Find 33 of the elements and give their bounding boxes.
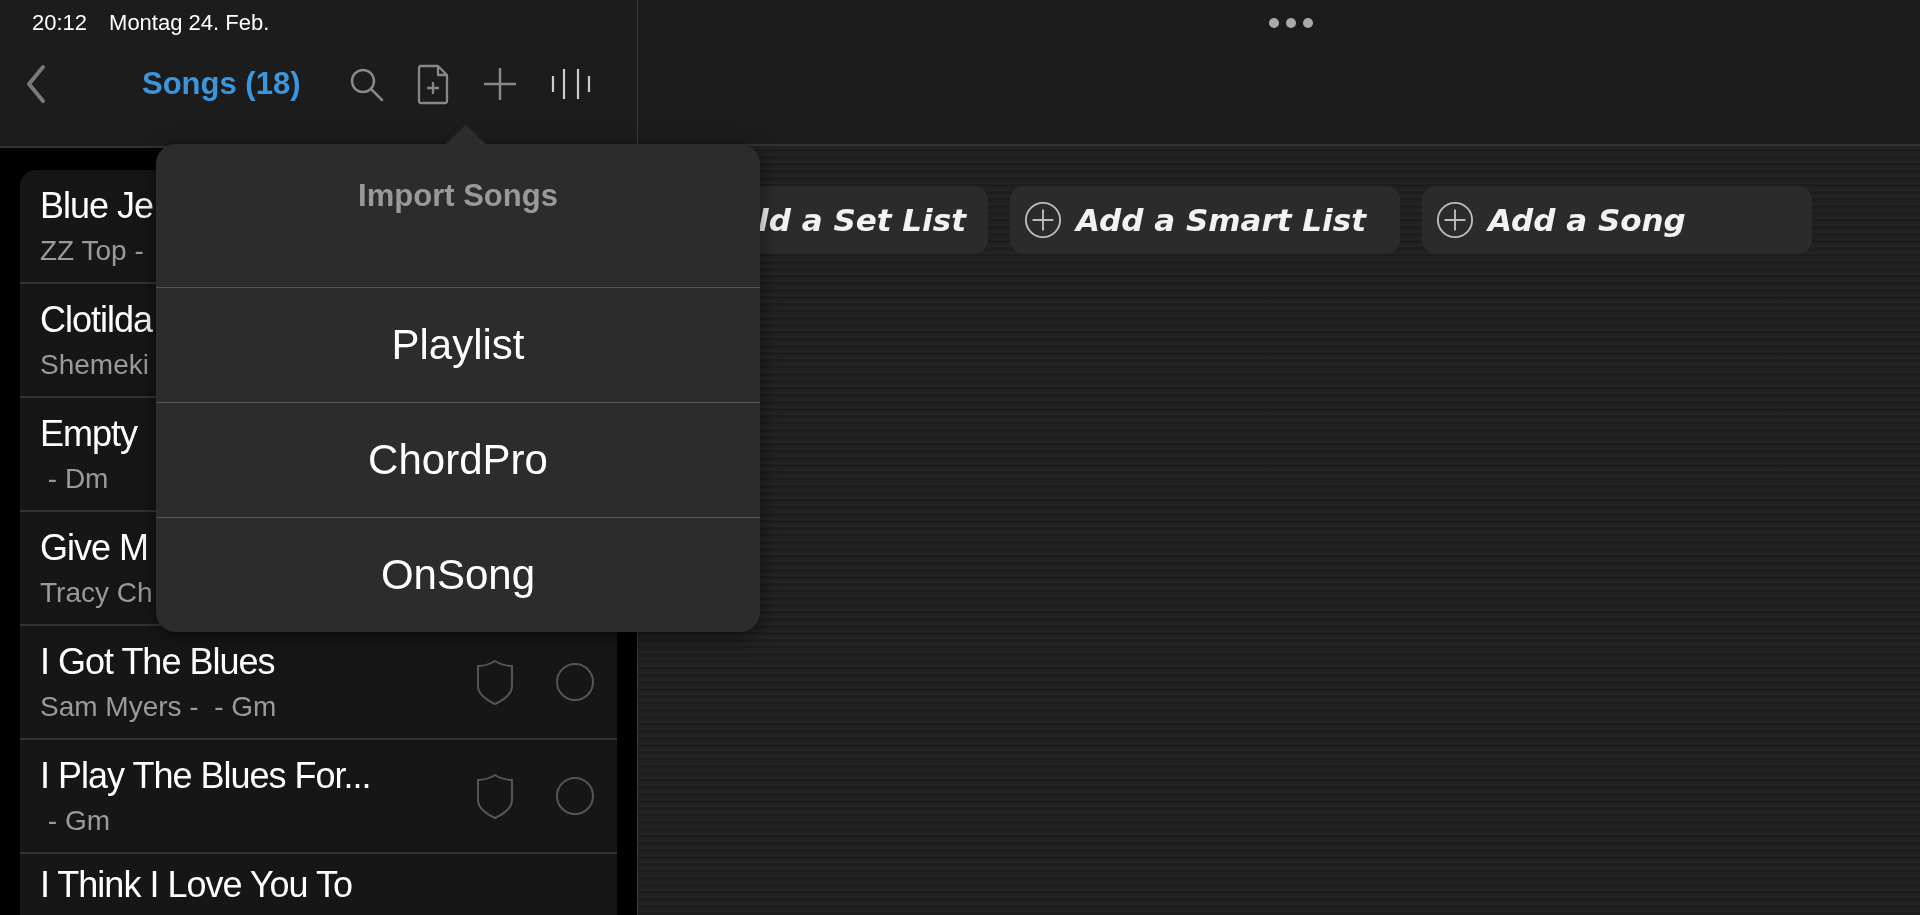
- back-icon[interactable]: [26, 64, 46, 104]
- song-subtitle: - Gm: [46, 805, 110, 837]
- select-circle-icon[interactable]: [555, 776, 595, 816]
- popover-title: Import Songs: [156, 144, 760, 288]
- song-title: I Think I Love You To: [40, 864, 352, 906]
- shield-icon[interactable]: [475, 772, 515, 820]
- song-row[interactable]: I Think I Love You To: [20, 854, 617, 915]
- status-date: Montag 24. Feb.: [109, 10, 270, 36]
- add-button[interactable]: Add a Song: [1422, 186, 1812, 254]
- plus-circle-icon: [1436, 201, 1474, 239]
- sound-bars-icon[interactable]: [550, 67, 593, 101]
- shield-icon[interactable]: [475, 658, 515, 706]
- import-option[interactable]: Playlist: [156, 288, 760, 403]
- song-title: Empty: [40, 413, 138, 455]
- song-title: Blue Je: [40, 185, 154, 227]
- song-subtitle: - Dm: [46, 463, 109, 495]
- document-plus-icon[interactable]: [416, 63, 451, 105]
- song-subtitle: Tracy Ch: [40, 577, 153, 609]
- song-subtitle: Sam Myers - - Gm: [40, 691, 277, 723]
- song-title: Clotilda: [40, 299, 153, 341]
- song-title: I Got The Blues: [40, 641, 275, 683]
- more-dots-icon[interactable]: [1268, 17, 1314, 29]
- songs-title: Songs (18): [142, 66, 301, 102]
- status-time: 20:12: [32, 10, 88, 36]
- song-subtitle: Shemeki: [40, 349, 149, 381]
- song-title: Give M: [40, 527, 148, 569]
- add-button[interactable]: Add a Smart List: [1010, 186, 1400, 254]
- plus-circle-icon: [1024, 201, 1062, 239]
- song-subtitle: ZZ Top -: [40, 235, 144, 267]
- song-row[interactable]: I Play The Blues For... - Gm: [20, 740, 617, 854]
- song-title: I Play The Blues For...: [40, 755, 371, 797]
- select-circle-icon[interactable]: [555, 662, 595, 702]
- import-option[interactable]: ChordPro: [156, 403, 760, 518]
